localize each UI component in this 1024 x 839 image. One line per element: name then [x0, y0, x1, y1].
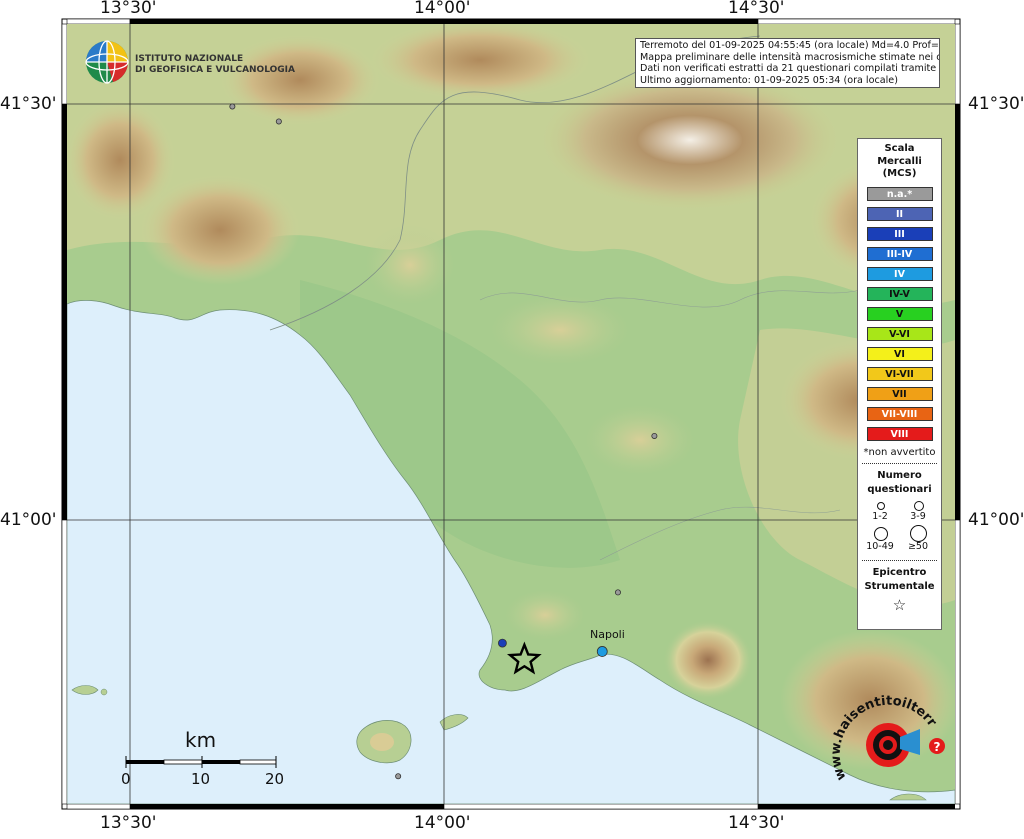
- event-info-box: Terremoto del 01-09-2025 04:55:45 (ora l…: [635, 38, 940, 88]
- intensity-point: [614, 589, 621, 596]
- legend-title-line2: Mercalli: [877, 155, 922, 167]
- lon-label-top-2: 14°00': [414, 0, 471, 18]
- ingv-name-line1: ISTITUTO NAZIONALE: [135, 54, 244, 64]
- lat-label-left-1: 41°30': [0, 94, 57, 114]
- intensity-point: [395, 773, 402, 780]
- ingv-globe-logo: [85, 40, 129, 84]
- intensity-swatch: VII-VIII: [866, 406, 933, 421]
- intensity-point: [275, 118, 282, 125]
- count-sizes: 1-2 3-9 10-49 ≥50: [858, 497, 941, 555]
- intensity-swatch: IV: [866, 266, 933, 281]
- hill-ischia: [370, 733, 394, 751]
- map-figure: 13°30' 14°00' 14°30' 13°30' 14°00' 14°30…: [0, 0, 1024, 835]
- intensity-swatch: V: [866, 306, 933, 321]
- epicenter-title-line2: Strumentale: [864, 580, 935, 592]
- hill-center: [585, 405, 695, 475]
- intensity-swatch: VI-VII: [866, 366, 933, 381]
- intensity-swatch: III: [866, 226, 933, 241]
- legend-title: Scala Mercalli (MCS): [858, 143, 941, 181]
- intensity-swatch: III-IV: [866, 246, 933, 261]
- volcano-vesuvio: [663, 620, 753, 700]
- lon-label-bottom-1: 13°30': [100, 813, 157, 833]
- scale-label-20: 20: [265, 770, 285, 788]
- legend-title-line1: Scala: [884, 143, 915, 154]
- legend-separator: [862, 462, 937, 464]
- count-title: Numero questionari: [858, 469, 941, 497]
- count-title-line2: questionari: [867, 483, 932, 495]
- size-label-4: ≥50: [907, 540, 929, 552]
- hill-roccamonfina: [365, 225, 455, 305]
- city-label-napoli: Napoli: [590, 628, 625, 641]
- hill-caserta: [490, 295, 630, 365]
- lat-label-right-1: 41°30': [968, 94, 1024, 114]
- event-info-line3: Dati non verificati estratti da 21 quest…: [640, 63, 939, 74]
- scale-unit: km: [185, 728, 217, 752]
- ingv-name-line2: DI GEOFISICA E VULCANOLOGIA: [135, 65, 295, 75]
- intensity-swatch: VII: [866, 386, 933, 401]
- intensity-swatch: IV-V: [866, 286, 933, 301]
- intensity-point: [229, 103, 236, 110]
- legend-title-line3: (MCS): [882, 168, 917, 179]
- epicenter-title: Epicentro Strumentale: [858, 566, 941, 594]
- intensity-swatches: n.a.* II III III-IV IV IV-V V V-VI VI VI-VII VII VI…: [858, 186, 941, 441]
- legend-separator-2: [862, 559, 937, 561]
- epicenter-star-icon: ☆: [892, 595, 907, 614]
- size-label-1: 1-2: [872, 510, 888, 522]
- hill-campi-flegrei: [505, 590, 585, 640]
- size-label-2: 3-9: [910, 510, 926, 522]
- intensity-swatch: VIII: [866, 426, 933, 441]
- intensity-swatch: n.a.*: [866, 186, 933, 201]
- size-symbol-medium: [914, 500, 924, 511]
- intensity-point: [498, 638, 507, 648]
- event-info-line4: Ultimo aggiornamento: 01-09-2025 05:34 (…: [640, 74, 898, 86]
- lon-label-top-3: 14°30': [728, 0, 785, 18]
- scale-label-10: 10: [191, 770, 211, 788]
- mountain-w: [67, 100, 175, 220]
- size-label-3: 10-49: [866, 540, 894, 552]
- island-santo-stefano: [100, 688, 108, 696]
- intensity-swatch: VI: [866, 346, 933, 361]
- size-symbol-small: [877, 501, 885, 510]
- mountain-n: [370, 24, 590, 100]
- event-info-line1: Terremoto del 01-09-2025 04:55:45 (ora l…: [640, 40, 940, 51]
- size-symbol-large: [874, 526, 888, 541]
- legend-panel: Scala Mercalli (MCS) n.a.* II III III-IV IV I…: [857, 138, 942, 630]
- ingv-name: ISTITUTO NAZIONALE DI GEOFISICA E VULCAN…: [135, 54, 295, 76]
- lon-label-top-1: 13°30': [100, 0, 157, 18]
- intensity-swatch: V-VI: [866, 326, 933, 341]
- count-title-line1: Numero: [877, 469, 922, 481]
- event-info-line2: Mappa preliminare delle intensità macros…: [640, 51, 940, 63]
- watermark-text: www.haisentitoilterremoto.it ?: [832, 690, 945, 782]
- lon-label-bottom-2: 14°00': [414, 813, 471, 833]
- intensity-swatch: II: [866, 206, 933, 221]
- lat-label-left-2: 41°00': [0, 510, 57, 530]
- scale-label-0: 0: [121, 770, 131, 788]
- intensity-point: [651, 432, 658, 439]
- mountain-nw: [220, 35, 380, 125]
- size-symbol-xlarge: [910, 524, 927, 542]
- lon-label-bottom-3: 14°30': [728, 813, 785, 833]
- legend-note: *non avvertito: [863, 446, 936, 458]
- svg-text:?: ?: [934, 740, 941, 754]
- mountain-matese: [540, 70, 840, 210]
- lat-label-right-2: 41°00': [968, 510, 1024, 530]
- svg-text:www.haisentitoilterremoto.it: www.haisentitoilterremoto.it: [832, 690, 940, 782]
- epicenter-title-line1: Epicentro: [872, 566, 927, 578]
- intensity-point: [596, 646, 608, 657]
